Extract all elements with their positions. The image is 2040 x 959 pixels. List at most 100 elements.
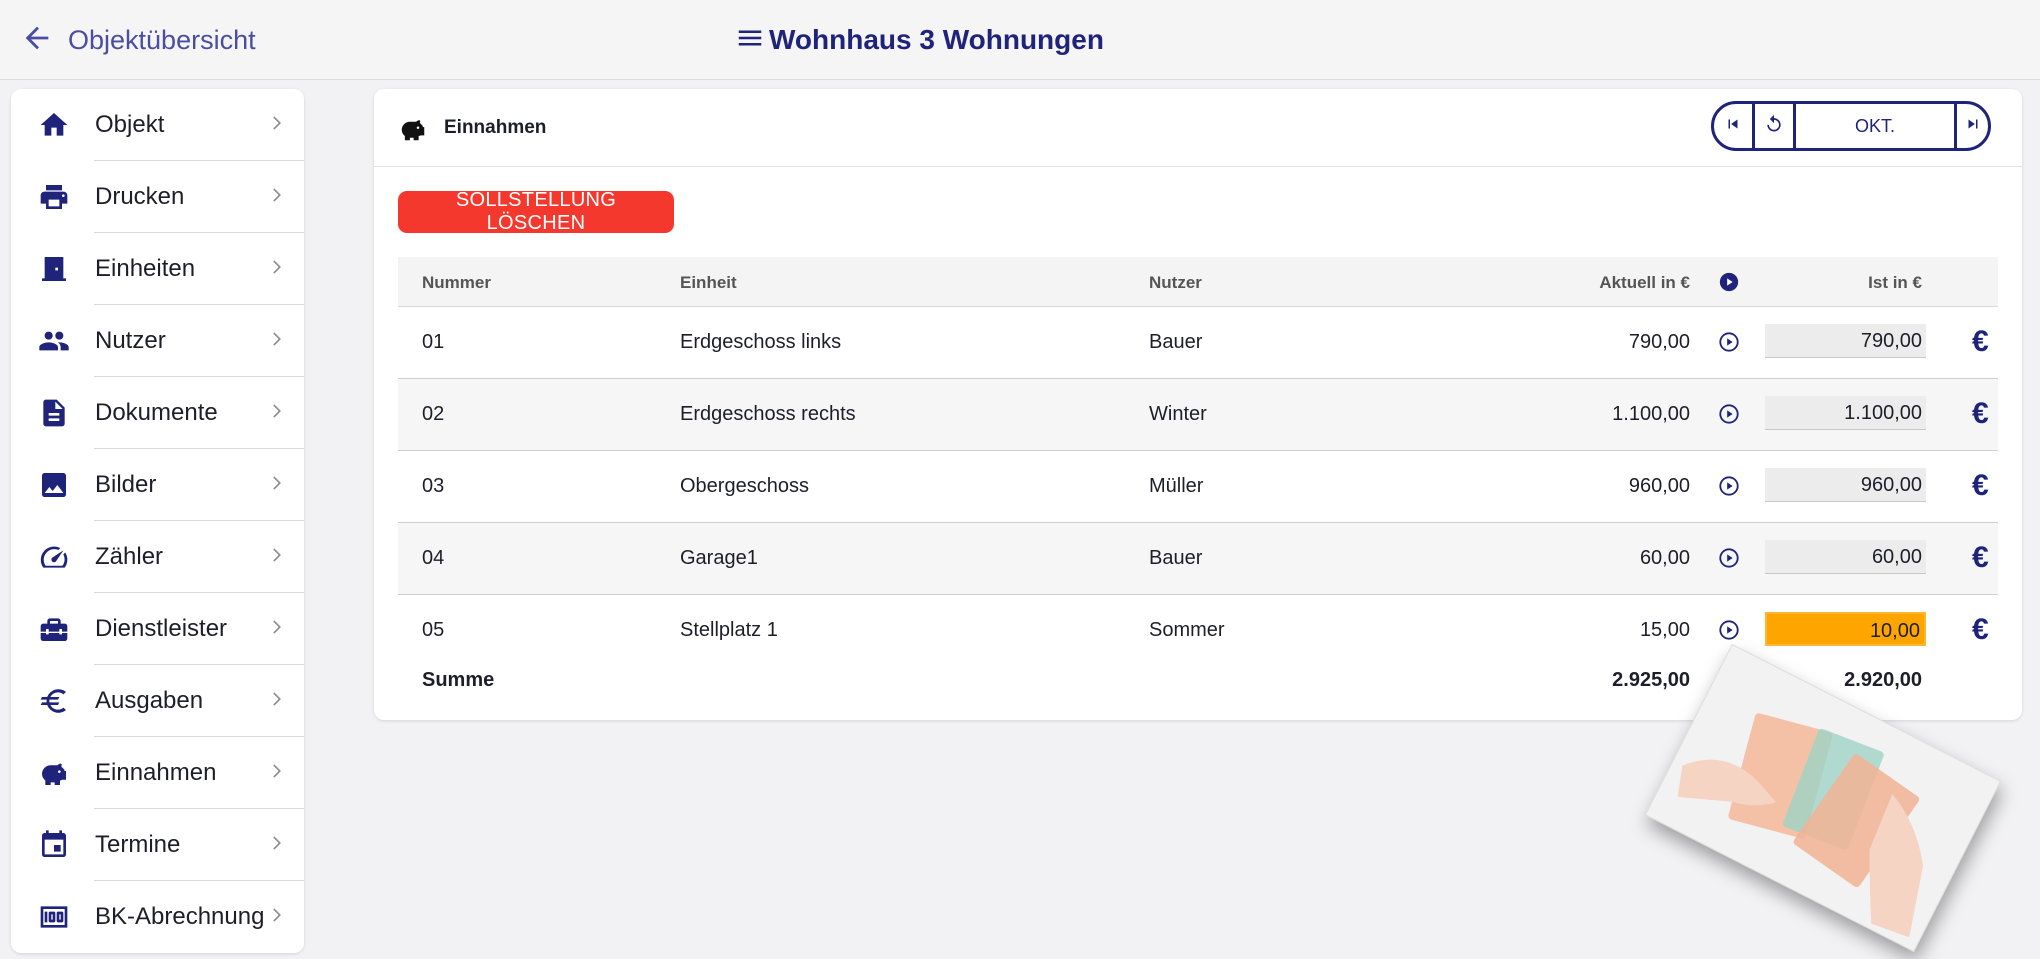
column-header-nummer[interactable]: Nummer <box>422 273 491 293</box>
sidebar-item-drucken[interactable]: Drucken <box>11 161 304 233</box>
people-icon <box>36 323 72 359</box>
cell-nummer: 01 <box>422 331 445 353</box>
sidebar-item-bk-abrechnung[interactable]: BK-Abrechnung <box>11 881 304 953</box>
sidebar-item-label: Einheiten <box>95 255 196 282</box>
table-header: Nummer Einheit Nutzer Aktuell in € Ist i… <box>398 257 1998 307</box>
chevron-right-icon <box>266 833 286 858</box>
cell-einheit: Erdgeschoss rechts <box>680 403 856 425</box>
home-icon <box>36 107 72 143</box>
sidebar: Objekt Drucken Einheiten Nutzer Dokument… <box>11 89 304 953</box>
arrow-left-icon <box>20 21 54 60</box>
sidebar-item-label: Bilder <box>95 471 157 498</box>
delete-target-button[interactable]: SOLLSTELLUNG LÖSCHEN <box>398 189 674 234</box>
skip-previous-icon <box>1724 115 1742 138</box>
table-row: 04 Garage1 Bauer 60,00 60,00 € <box>398 523 1998 595</box>
month-navigation: OKT. <box>1711 101 1991 151</box>
chevron-right-icon <box>266 545 286 570</box>
chevron-right-icon <box>266 761 286 786</box>
column-header-einheit[interactable]: Einheit <box>680 273 737 293</box>
sidebar-item-einheiten[interactable]: Einheiten <box>11 233 304 305</box>
cell-nummer: 02 <box>422 403 445 425</box>
income-card: Einnahmen OKT. SOLLSTELLUNG LÖSCHEN Numm… <box>374 89 2022 720</box>
sidebar-item-label: Zähler <box>95 543 164 570</box>
chevron-right-icon <box>266 113 286 138</box>
cell-nummer: 04 <box>422 547 445 569</box>
euro-icon[interactable]: € <box>1972 469 1989 503</box>
play-circle-icon[interactable] <box>1718 475 1740 502</box>
euro-icon[interactable]: € <box>1972 613 1989 647</box>
cell-aktuell: 60,00 <box>1639 547 1690 569</box>
sidebar-item-dokumente[interactable]: Dokumente <box>11 377 304 449</box>
sidebar-item-einnahmen[interactable]: Einnahmen <box>11 737 304 809</box>
sidebar-item-label: Termine <box>95 831 181 858</box>
door-icon <box>36 251 72 287</box>
sidebar-item-dienstleister[interactable]: Dienstleister <box>11 593 304 665</box>
cell-einheit: Erdgeschoss links <box>680 331 842 353</box>
last-month-button[interactable] <box>1957 104 1988 148</box>
page-title: Wohnhaus 3 Wohnungen <box>769 24 1104 55</box>
column-header-nutzer[interactable]: Nutzer <box>1149 273 1202 293</box>
sidebar-item-termine[interactable]: Termine <box>11 809 304 881</box>
sum-aktuell: 2.925,00 <box>1612 669 1690 691</box>
header-title-area: Wohnhaus 3 Wohnungen <box>735 20 1104 60</box>
gauge-icon <box>36 539 72 575</box>
cell-aktuell: 960,00 <box>1628 475 1690 497</box>
first-month-button[interactable] <box>1714 104 1755 148</box>
sidebar-item-label: Objekt <box>95 111 165 138</box>
euro-icon[interactable]: € <box>1972 397 1989 431</box>
sidebar-item-objekt[interactable]: Objekt <box>11 89 304 161</box>
euro-icon <box>36 683 72 719</box>
ist-input[interactable]: 60,00 <box>1765 540 1926 574</box>
chevron-right-icon <box>266 689 286 714</box>
ist-input-highlighted[interactable]: 10,00 <box>1765 612 1926 646</box>
sidebar-item-zaehler[interactable]: Zähler <box>11 521 304 593</box>
column-header-ist[interactable]: Ist in € <box>1774 273 1922 293</box>
card-title: Einnahmen <box>444 117 547 138</box>
sidebar-item-bilder[interactable]: Bilder <box>11 449 304 521</box>
column-header-aktuell[interactable]: Aktuell in € <box>1438 273 1690 293</box>
chevron-right-icon <box>266 617 286 642</box>
sidebar-item-label: Dienstleister <box>95 615 228 642</box>
chevron-right-icon <box>266 905 286 930</box>
chevron-right-icon <box>266 473 286 498</box>
sidebar-item-nutzer[interactable]: Nutzer <box>11 305 304 377</box>
cell-nutzer: Sommer <box>1149 619 1225 641</box>
refresh-icon <box>1764 114 1784 139</box>
sidebar-item-label: Dokumente <box>95 399 218 426</box>
toolbox-icon <box>36 611 72 647</box>
sidebar-item-label: Einnahmen <box>95 759 217 786</box>
sidebar-item-label: Nutzer <box>95 327 166 354</box>
play-circle-icon[interactable] <box>1718 619 1740 646</box>
image-icon <box>36 467 72 503</box>
table-row: 03 Obergeschoss Müller 960,00 960,00 € <box>398 451 1998 523</box>
menu-icon[interactable] <box>735 23 765 58</box>
reset-month-button[interactable] <box>1755 104 1796 148</box>
euro-icon[interactable]: € <box>1972 541 1989 575</box>
sidebar-item-label: Drucken <box>95 183 185 210</box>
cell-nutzer: Winter <box>1149 403 1207 425</box>
month-display[interactable]: OKT. <box>1796 104 1957 148</box>
play-all-icon[interactable] <box>1718 271 1740 298</box>
printer-icon <box>36 179 72 215</box>
play-circle-icon[interactable] <box>1718 547 1740 574</box>
piggy-bank-icon <box>36 755 72 791</box>
piggy-bank-icon <box>398 114 428 149</box>
ist-input[interactable]: 960,00 <box>1765 468 1926 502</box>
cell-einheit: Garage1 <box>680 547 758 569</box>
sidebar-item-label: Ausgaben <box>95 687 204 714</box>
sum-label: Summe <box>422 669 495 691</box>
chevron-right-icon <box>266 401 286 426</box>
chevron-right-icon <box>266 257 286 282</box>
cell-nutzer: Bauer <box>1149 547 1203 569</box>
play-circle-icon[interactable] <box>1718 403 1740 430</box>
sidebar-item-ausgaben[interactable]: Ausgaben <box>11 665 304 737</box>
cell-nummer: 03 <box>422 475 445 497</box>
back-button[interactable]: Objektübersicht <box>20 20 256 60</box>
calendar-icon <box>36 827 72 863</box>
ist-input[interactable]: 1.100,00 <box>1765 396 1926 430</box>
skip-next-icon <box>1964 115 1982 138</box>
play-circle-icon[interactable] <box>1718 331 1740 358</box>
cell-aktuell: 1.100,00 <box>1612 403 1690 425</box>
euro-icon[interactable]: € <box>1972 325 1989 359</box>
ist-input[interactable]: 790,00 <box>1765 324 1926 358</box>
